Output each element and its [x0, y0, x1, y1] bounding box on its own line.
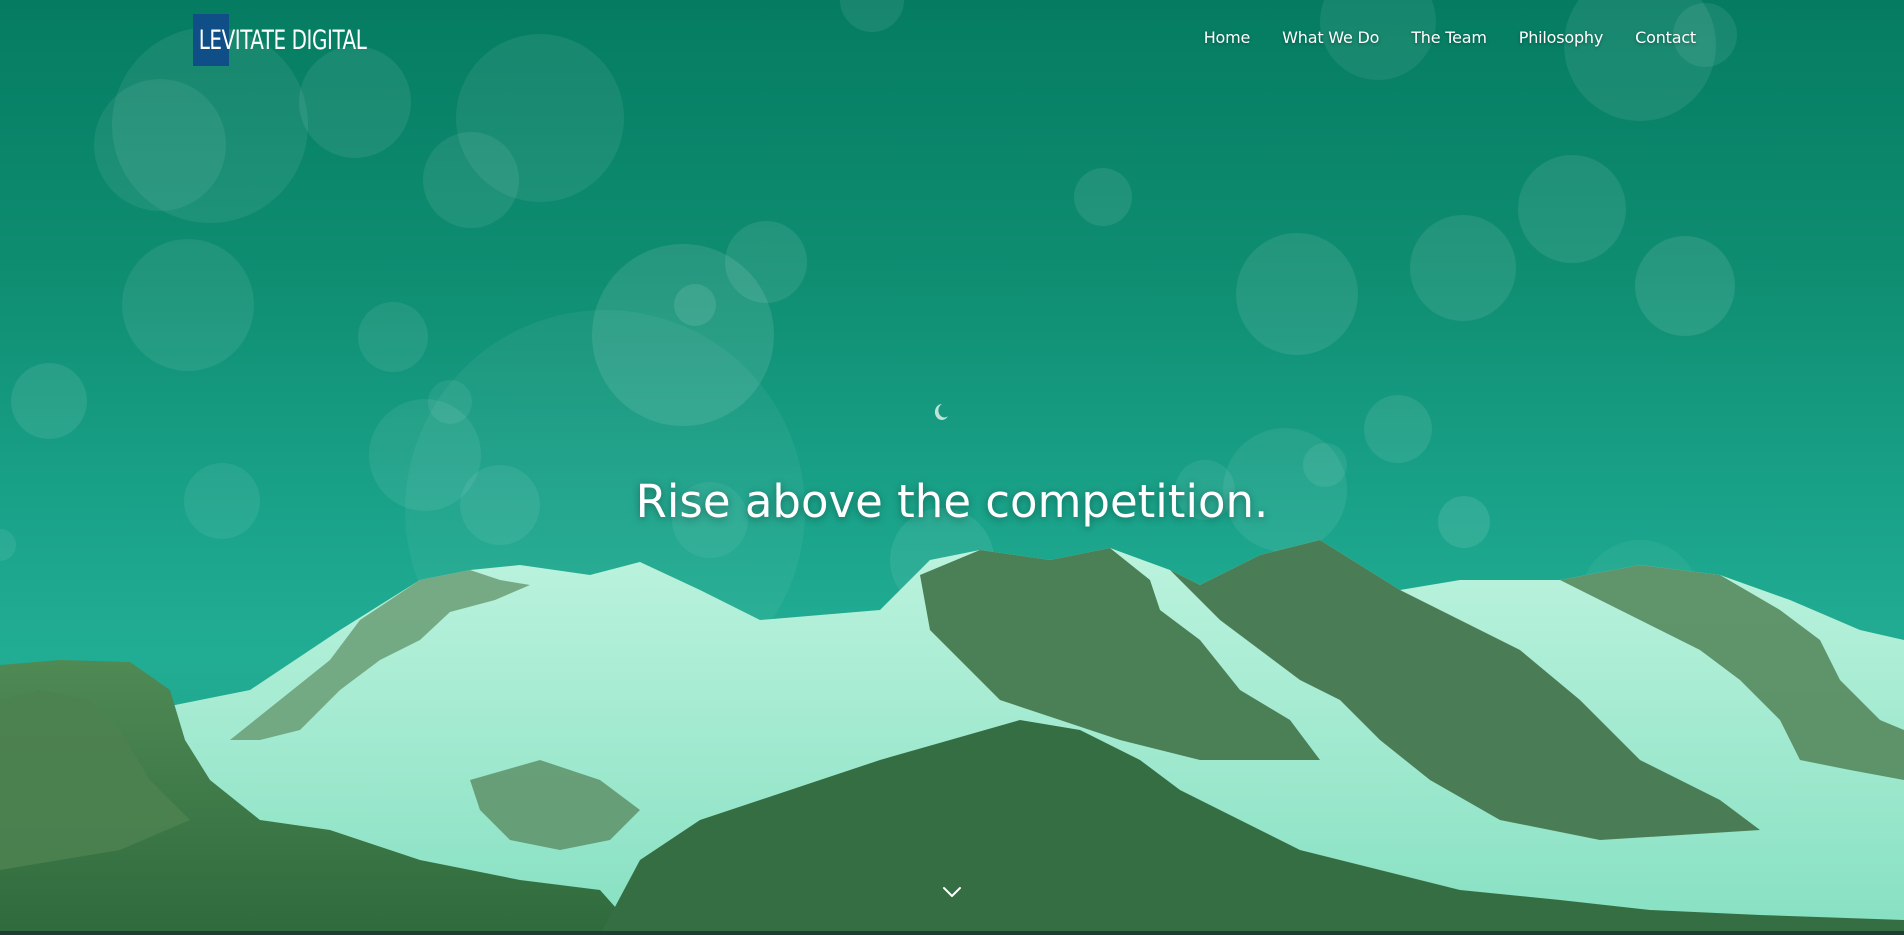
logo-text: LEVITATE DIGITAL: [198, 24, 367, 56]
nav-item-home[interactable]: Home: [1204, 28, 1251, 47]
chevron-down-icon[interactable]: [940, 882, 964, 902]
hero-section: LEVITATE DIGITAL Home What We Do The Tea…: [0, 0, 1904, 935]
hero-background: [0, 0, 1904, 935]
brand-logo[interactable]: LEVITATE DIGITAL: [193, 14, 405, 66]
mountains: [0, 540, 1904, 935]
moon: [934, 403, 948, 420]
nav-item-the-team[interactable]: The Team: [1411, 28, 1487, 47]
main-nav: Home What We Do The Team Philosophy Cont…: [1172, 28, 1696, 47]
hero-headline: Rise above the competition.: [635, 475, 1269, 529]
nav-item-what-we-do[interactable]: What We Do: [1282, 28, 1379, 47]
nav-item-philosophy[interactable]: Philosophy: [1519, 28, 1604, 47]
nav-item-contact[interactable]: Contact: [1635, 28, 1696, 47]
bottom-bar: [0, 931, 1904, 935]
